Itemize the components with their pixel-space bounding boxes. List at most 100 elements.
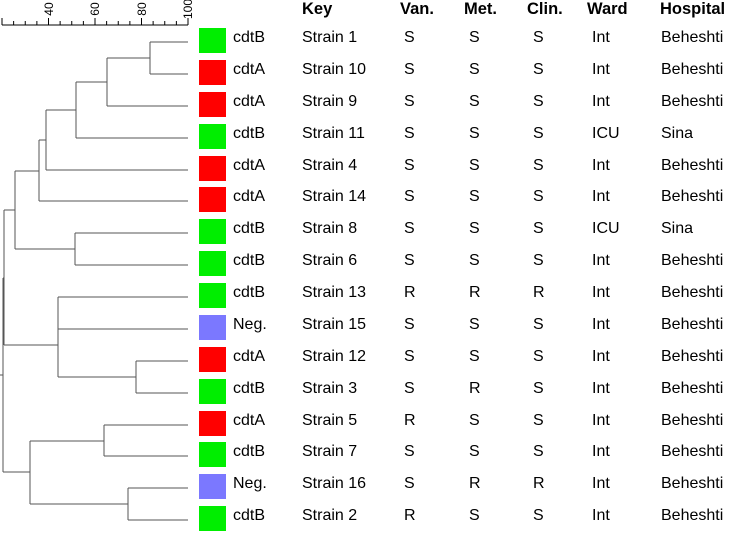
- cell-met: S: [469, 507, 480, 524]
- cell-clin: R: [533, 475, 545, 492]
- strain-table: Key Van. Met. Clin. Ward Hospital cdtB St…: [196, 0, 731, 534]
- cell-van: S: [404, 475, 415, 492]
- cell-hospital: Sina: [661, 125, 694, 142]
- cell-ward: Int: [592, 380, 610, 397]
- table-row: cdtA Strain 14 S S S Int Beheshti: [196, 185, 731, 217]
- axis-tick-label: 80: [134, 2, 149, 16]
- cell-ward: Int: [592, 412, 610, 429]
- key-color-swatch: [199, 156, 226, 181]
- cell-ward: Int: [592, 348, 610, 365]
- cell-clin: S: [533, 443, 544, 460]
- cell-strain: Strain 11: [302, 125, 365, 142]
- table-row: cdtB Strain 6 S S S Int Beheshti: [196, 249, 731, 281]
- table-row: cdtB Strain 11 S S S ICU Sina: [196, 122, 731, 154]
- key-color-swatch: [199, 442, 226, 467]
- cell-key: cdtA: [233, 93, 266, 110]
- cell-met: S: [469, 157, 480, 174]
- cell-clin: S: [533, 252, 544, 269]
- header-hospital: Hospital: [660, 0, 726, 18]
- cell-van: S: [404, 93, 415, 110]
- cell-strain: Strain 14: [302, 188, 367, 205]
- cell-ward: Int: [592, 61, 610, 78]
- cell-van: S: [404, 188, 415, 205]
- axis-tick-label: 60: [88, 2, 102, 16]
- cell-clin: S: [533, 61, 544, 78]
- key-color-swatch: [199, 474, 226, 499]
- cell-ward: Int: [592, 157, 610, 174]
- key-color-swatch: [199, 506, 226, 531]
- cell-key: cdtB: [233, 507, 266, 524]
- cell-ward: Int: [592, 316, 610, 333]
- figure-canvas: 40 60 80 100 Key Van. Met. Clin. Ward Hospi…: [0, 0, 731, 534]
- cell-van: R: [404, 284, 416, 301]
- key-color-swatch: [199, 251, 226, 276]
- cell-met: S: [469, 188, 480, 205]
- cell-strain: Strain 9: [302, 93, 358, 110]
- header-ward: Ward: [587, 0, 628, 18]
- cell-hospital: Beheshti: [661, 443, 724, 460]
- cell-strain: Strain 1: [302, 29, 358, 46]
- axis-tick-label: 100: [181, 0, 195, 20]
- cell-hospital: Beheshti: [661, 348, 724, 365]
- cell-van: S: [404, 316, 415, 333]
- cell-van: S: [404, 29, 415, 46]
- cell-strain: Strain 12: [302, 348, 367, 365]
- cell-van: S: [404, 220, 415, 237]
- table-row: Neg. Strain 15 S S S Int Beheshti: [196, 313, 731, 345]
- cell-met: R: [469, 284, 481, 301]
- cell-hospital: Beheshti: [661, 157, 724, 174]
- cell-key: cdtB: [233, 125, 266, 142]
- table-row: cdtB Strain 13 R R R Int Beheshti: [196, 281, 731, 313]
- cell-clin: S: [533, 380, 544, 397]
- key-color-swatch: [199, 60, 226, 85]
- cell-ward: Int: [592, 284, 610, 301]
- cell-met: S: [469, 29, 480, 46]
- table-row: cdtB Strain 3 S R S Int Beheshti: [196, 377, 731, 409]
- cell-clin: S: [533, 29, 544, 46]
- key-color-swatch: [199, 411, 226, 436]
- cell-van: S: [404, 252, 415, 269]
- table-row: cdtA Strain 5 R S S Int Beheshti: [196, 409, 731, 441]
- table-row: cdtB Strain 1 S S S Int Beheshti: [196, 26, 731, 58]
- cell-strain: Strain 10: [302, 61, 367, 78]
- cell-hospital: Beheshti: [661, 284, 724, 301]
- cell-strain: Strain 6: [302, 252, 358, 269]
- cell-met: S: [469, 443, 480, 460]
- cell-strain: Strain 5: [302, 412, 358, 429]
- cell-met: S: [469, 61, 480, 78]
- cell-clin: R: [533, 284, 545, 301]
- cell-clin: S: [533, 93, 544, 110]
- cell-met: R: [469, 475, 481, 492]
- header-van: Van.: [400, 0, 434, 18]
- cell-hospital: Beheshti: [661, 61, 724, 78]
- table-header-row: Key Van. Met. Clin. Ward Hospital: [196, 0, 731, 22]
- table-row: Neg. Strain 16 S R R Int Beheshti: [196, 472, 731, 504]
- cell-hospital: Beheshti: [661, 316, 724, 333]
- key-color-swatch: [199, 347, 226, 372]
- cell-ward: ICU: [592, 220, 620, 237]
- header-clin: Clin.: [527, 0, 563, 18]
- key-color-swatch: [199, 92, 226, 117]
- key-color-swatch: [199, 124, 226, 149]
- header-met: Met.: [464, 0, 497, 18]
- cell-ward: Int: [592, 188, 610, 205]
- cell-strain: Strain 2: [302, 507, 358, 524]
- axis-tick-label: 40: [41, 2, 56, 16]
- cell-met: S: [469, 348, 480, 365]
- cell-met: S: [469, 220, 480, 237]
- table-row: cdtA Strain 9 S S S Int Beheshti: [196, 90, 731, 122]
- cell-hospital: Beheshti: [661, 412, 724, 429]
- cell-clin: S: [533, 157, 544, 174]
- cell-hospital: Beheshti: [661, 475, 724, 492]
- cell-key: cdtA: [233, 412, 266, 429]
- cell-clin: S: [533, 507, 544, 524]
- key-color-swatch: [199, 187, 226, 212]
- cell-key: Neg.: [233, 316, 267, 333]
- cell-hospital: Beheshti: [661, 380, 724, 397]
- key-color-swatch: [199, 379, 226, 404]
- cell-van: R: [404, 412, 416, 429]
- cell-ward: Int: [592, 475, 610, 492]
- cell-key: cdtA: [233, 157, 266, 174]
- key-color-swatch: [199, 315, 226, 340]
- cell-clin: S: [533, 412, 544, 429]
